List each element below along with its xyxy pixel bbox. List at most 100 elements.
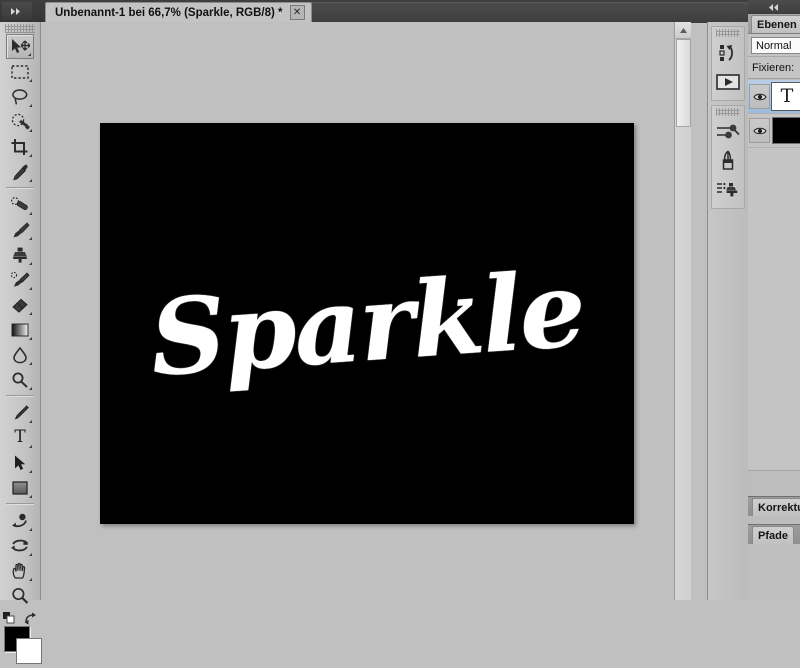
tool-options-corner <box>29 79 32 82</box>
path-selection-tool[interactable] <box>6 450 34 475</box>
crop-tool[interactable] <box>6 134 34 159</box>
panel-divider <box>748 470 800 471</box>
layer-row-background[interactable] <box>748 114 800 148</box>
rectangular-marquee-tool[interactable] <box>6 59 34 84</box>
move-tool[interactable] <box>6 34 34 59</box>
zoom-tool[interactable] <box>6 583 34 608</box>
chevrons-left-icon <box>769 3 778 11</box>
history-panel-icon[interactable] <box>712 39 744 67</box>
toolbox-grip[interactable] <box>5 24 35 33</box>
scrollbar-thumb[interactable] <box>676 39 691 127</box>
tool-options-corner <box>29 104 32 107</box>
photoshop-window: Unbenannt-1 bei 66,7% (Sparkle, RGB/8) *… <box>0 0 800 664</box>
panel-footer-area <box>748 545 800 600</box>
eye-icon[interactable] <box>749 118 770 143</box>
path-selection-arrow-icon <box>15 455 26 470</box>
blur-tool[interactable] <box>6 342 34 367</box>
type-tool-glyph: T <box>14 427 26 447</box>
scroll-up-button[interactable] <box>675 22 691 39</box>
layer-list: T <box>748 80 800 470</box>
image-canvas[interactable]: Sparkle <box>100 123 634 524</box>
default-colors-icon[interactable] <box>3 612 15 624</box>
toolbox: T <box>0 22 42 664</box>
gradient-tool[interactable] <box>6 317 34 342</box>
swap-colors-icon[interactable] <box>24 612 37 625</box>
3d-orbit-tool[interactable] <box>6 533 34 558</box>
collapse-panels-button[interactable] <box>748 0 800 14</box>
tool-options-corner <box>29 578 32 581</box>
brushes-panel-icon[interactable] <box>712 147 744 175</box>
tab-korrekturen[interactable]: Korrekturen <box>752 498 800 516</box>
hand-icon <box>12 562 26 579</box>
document-tab[interactable]: Unbenannt-1 bei 66,7% (Sparkle, RGB/8) *… <box>45 2 312 22</box>
clone-source-panel-icon[interactable] <box>712 176 744 204</box>
tool-options-corner <box>29 154 32 157</box>
layer-thumbnail-glyph: T <box>780 85 794 107</box>
type-tool[interactable]: T <box>6 425 34 450</box>
background-color-swatch[interactable] <box>16 638 42 664</box>
expand-toolbar-button[interactable] <box>2 2 32 20</box>
healing-brush-tool[interactable] <box>6 192 34 217</box>
panel-icon-dock <box>707 22 749 600</box>
toolbox-divider <box>6 395 34 397</box>
tool-options-corner <box>29 495 32 498</box>
tool-options-corner <box>29 212 32 215</box>
lasso-icon <box>12 88 28 105</box>
adjustments-panel-icon[interactable] <box>712 118 744 146</box>
dodge-tool[interactable] <box>6 367 34 392</box>
hand-tool[interactable] <box>6 558 34 583</box>
layers-panel-tab-row: Ebenen <box>748 14 800 34</box>
canvas-vertical-scrollbar[interactable] <box>674 22 691 600</box>
toolbox-divider <box>6 503 34 505</box>
brush-tool[interactable] <box>6 217 34 242</box>
paths-panel-tab-row: Pfade <box>748 524 800 544</box>
actions-panel-icon[interactable] <box>712 68 744 96</box>
layer-row-text[interactable]: T <box>748 80 800 114</box>
eye-icon[interactable] <box>749 84 770 109</box>
dock-grip[interactable] <box>716 29 740 37</box>
clone-stamp-tool[interactable] <box>6 242 34 267</box>
tool-options-corner <box>29 553 32 556</box>
magnifier-icon <box>12 587 29 604</box>
tool-options-corner <box>28 53 31 56</box>
tool-options-corner <box>29 387 32 390</box>
lock-row: Fixieren: <box>748 57 800 79</box>
blur-drop-icon <box>13 346 27 363</box>
3d-rotate-tool[interactable] <box>6 508 34 533</box>
lasso-tool[interactable] <box>6 84 34 109</box>
tool-options-corner <box>29 129 32 132</box>
tool-options-corner <box>29 312 32 315</box>
quick-selection-icon <box>11 113 30 130</box>
clone-stamp-icon <box>13 247 27 263</box>
gradient-icon <box>11 323 29 336</box>
eraser-icon <box>12 298 28 313</box>
lock-label: Fixieren: <box>752 61 795 74</box>
blend-mode-select[interactable]: Normal <box>751 37 800 54</box>
document-tab-title: Unbenannt-1 bei 66,7% (Sparkle, RGB/8) * <box>55 6 283 19</box>
tool-options-corner <box>29 528 32 531</box>
pen-tool[interactable] <box>6 400 34 425</box>
quick-selection-tool[interactable] <box>6 109 34 134</box>
close-icon[interactable]: ✕ <box>289 5 305 20</box>
blend-mode-row: Normal <box>748 34 800 57</box>
tab-ebenen[interactable]: Ebenen <box>751 15 800 33</box>
right-panel-column: Ebenen Normal Fixieren: T Korrekt Pfade <box>748 0 800 600</box>
rectangle-shape-tool[interactable] <box>6 475 34 500</box>
tab-pfade[interactable]: Pfade <box>752 526 794 544</box>
rectangular-marquee-icon <box>11 64 29 79</box>
crop-icon <box>11 138 28 155</box>
eraser-tool[interactable] <box>6 292 34 317</box>
pen-icon <box>14 404 29 420</box>
layer-thumbnail-text[interactable]: T <box>771 82 800 111</box>
eyedropper-tool[interactable] <box>6 159 34 184</box>
layer-thumbnail-background[interactable] <box>772 117 800 144</box>
history-brush-tool[interactable] <box>6 267 34 292</box>
3d-orbit-icon <box>11 539 28 551</box>
chevrons-right-icon <box>11 7 20 15</box>
3d-rotate-icon <box>12 513 27 527</box>
rectangle-shape-icon <box>12 480 28 495</box>
dock-grip[interactable] <box>716 108 740 116</box>
dock-group-adjustments <box>711 105 745 209</box>
tool-options-corner <box>29 362 32 365</box>
tool-options-corner <box>29 237 32 240</box>
